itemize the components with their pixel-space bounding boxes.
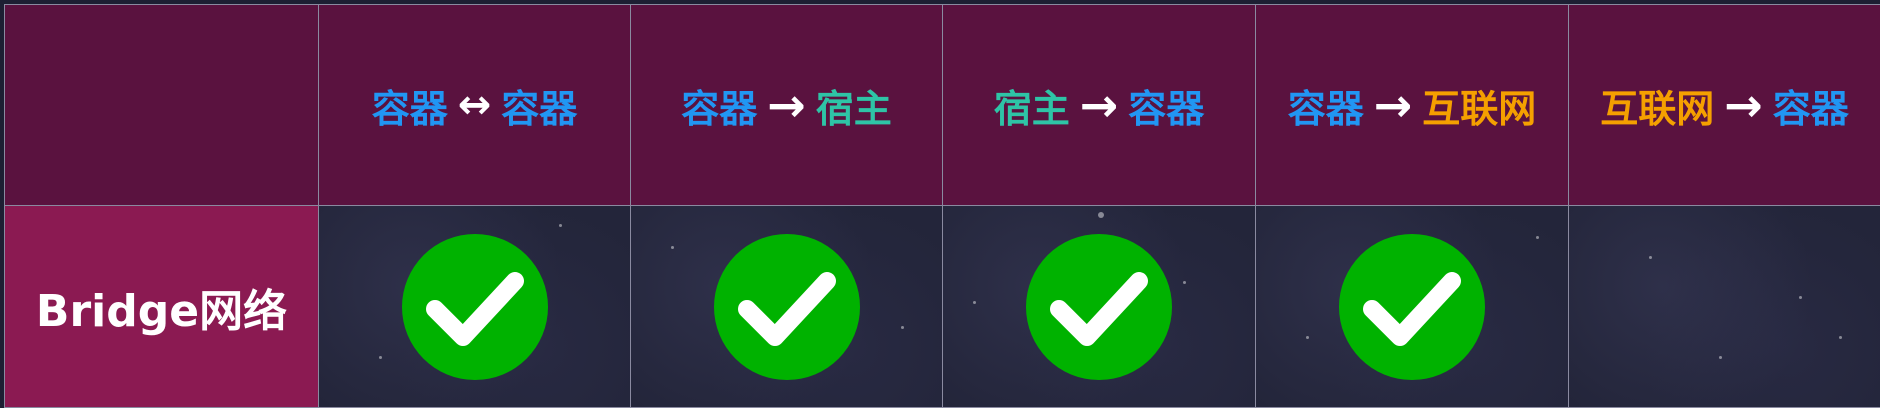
header-to: 互联网 — [1422, 86, 1537, 131]
header-cell-4: 容器 → 互联网 — [1256, 5, 1569, 206]
header-from: 容器 — [681, 86, 758, 131]
result-cell-1 — [319, 206, 631, 408]
result-cell-2 — [631, 206, 943, 408]
check-icon — [1338, 233, 1486, 381]
double-arrow-icon: ↔ — [457, 82, 492, 128]
header-cell-5: 互联网 → 容器 — [1569, 5, 1880, 206]
header-from: 容器 — [371, 86, 448, 131]
header-to: 容器 — [501, 86, 578, 131]
check-icon — [1025, 233, 1173, 381]
result-cell-5 — [1569, 206, 1880, 408]
header-to: 宿主 — [815, 86, 892, 131]
check-icon — [401, 233, 549, 381]
header-cell-1: 容器 ↔ 容器 — [319, 5, 631, 206]
header-from: 互联网 — [1600, 86, 1715, 131]
header-cell-3: 宿主 → 容器 — [943, 5, 1256, 206]
result-cell-3 — [943, 206, 1256, 408]
corner-cell — [5, 5, 319, 206]
result-cell-4 — [1256, 206, 1569, 408]
arrow-right-icon: → — [767, 78, 806, 132]
check-icon — [713, 233, 861, 381]
header-from: 宿主 — [993, 86, 1070, 131]
arrow-right-icon: → — [1373, 78, 1413, 132]
header-cell-2: 容器 → 宿主 — [631, 5, 943, 206]
arrow-right-icon: → — [1079, 78, 1119, 132]
row-label-cell: Bridge网络 — [5, 206, 319, 408]
header-from: 容器 — [1287, 86, 1364, 131]
row-label: Bridge网络 — [35, 285, 288, 337]
header-to: 容器 — [1128, 86, 1205, 131]
header-to: 容器 — [1772, 86, 1849, 131]
arrow-right-icon: → — [1724, 78, 1763, 132]
network-capability-table: 容器 ↔ 容器 容器 → 宿主 宿主 → 容器 容器 → 互联网 互联网 → 容… — [4, 4, 1880, 408]
